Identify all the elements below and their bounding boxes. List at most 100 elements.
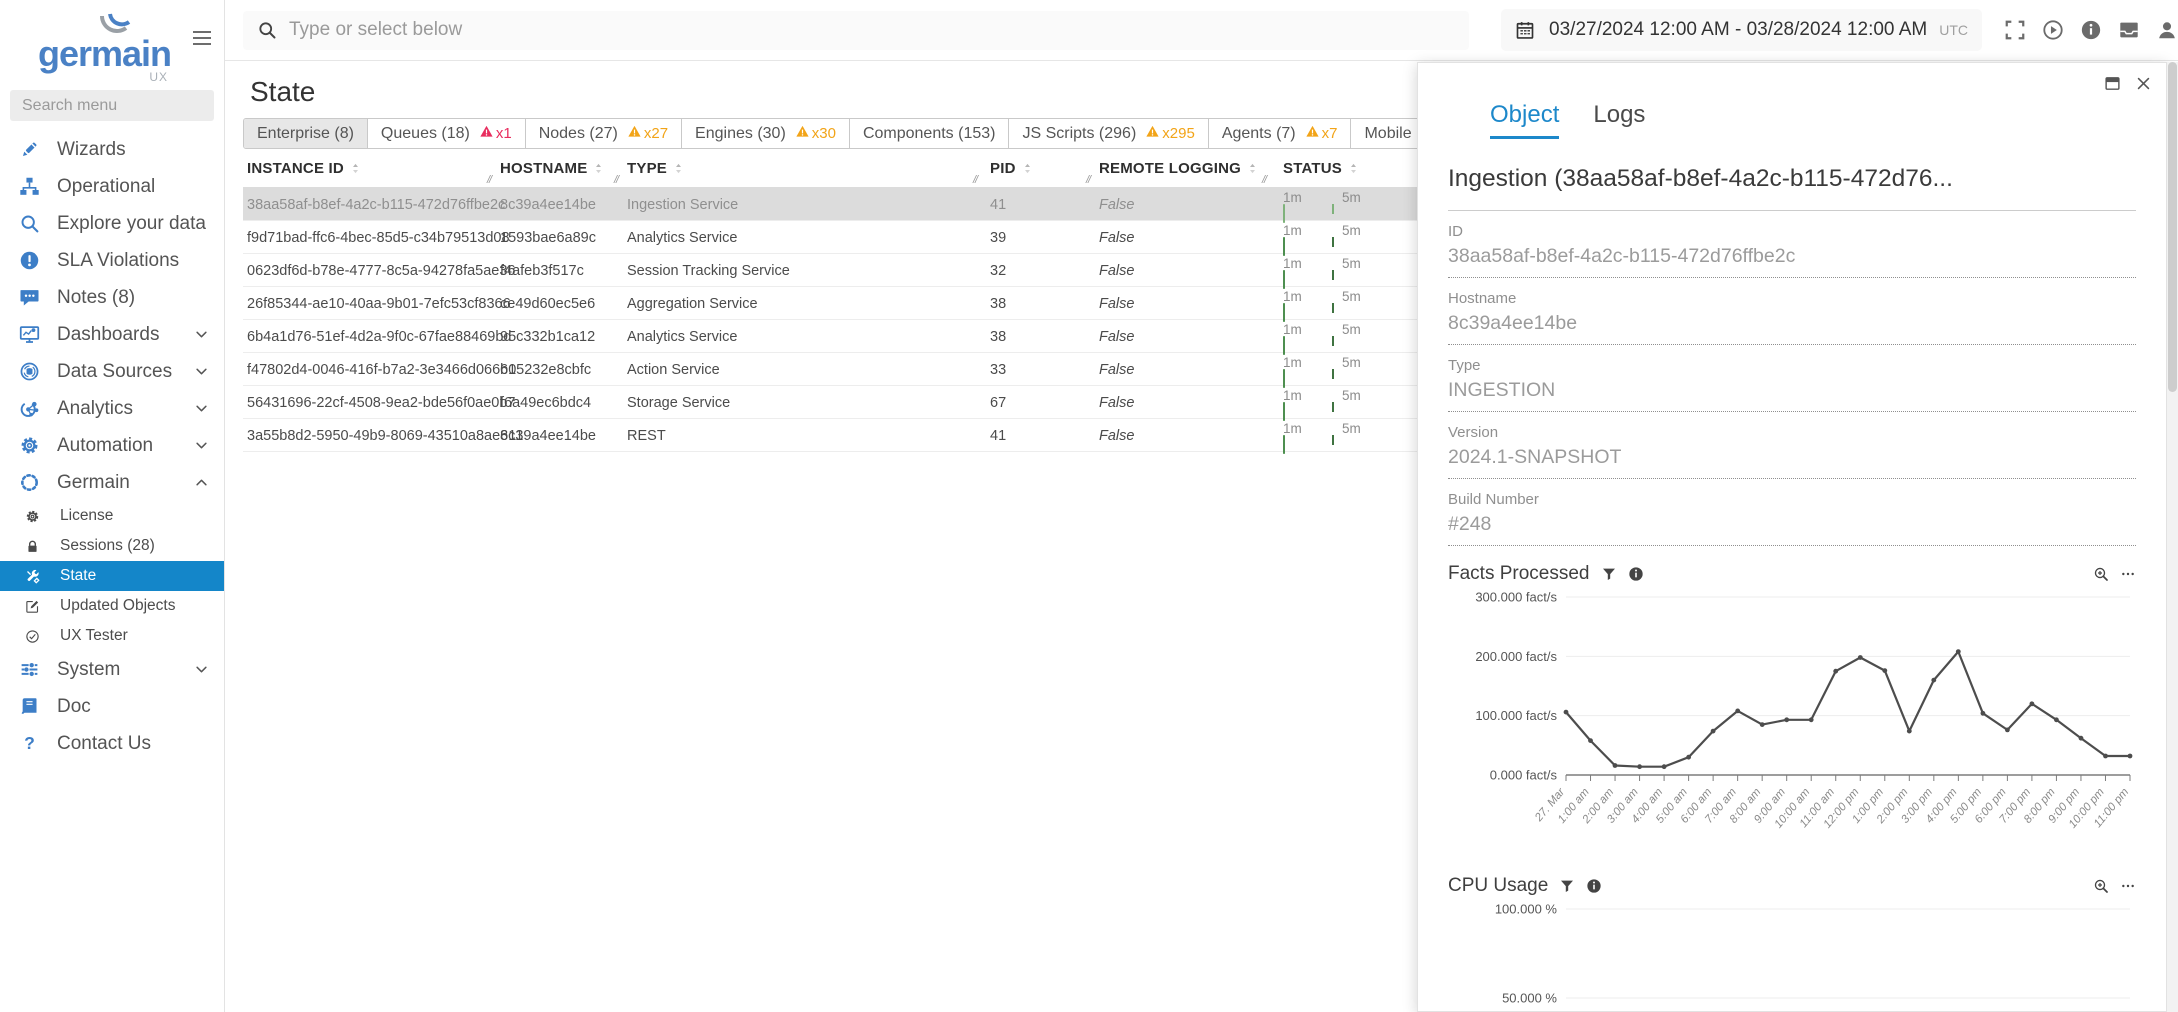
- inbox-icon[interactable]: [2118, 19, 2140, 41]
- hamburger-menu-icon[interactable]: [190, 26, 214, 50]
- close-icon[interactable]: [2135, 75, 2152, 92]
- column-header-pid[interactable]: PID: [990, 160, 1034, 177]
- column-header-type[interactable]: TYPE: [627, 160, 685, 177]
- cell-pid: 33: [990, 362, 1006, 378]
- cpu-usage-chart: 100.000 %50.000 %0.000 %27. Mar1:00 am2:…: [1448, 897, 2136, 1012]
- topbar-actions: [2004, 19, 2178, 41]
- cell-type: Session Tracking Service: [627, 263, 790, 279]
- cell-instance-id: 56431696-22cf-4508-9ea2-bde56f0ae0b7: [247, 395, 515, 411]
- sidebar-item-data-sources[interactable]: Data Sources: [0, 353, 224, 390]
- zoom-icon[interactable]: [2093, 566, 2109, 582]
- sidebar-item-label: Sessions (28): [60, 537, 210, 555]
- filter-icon[interactable]: [1559, 878, 1575, 894]
- filter-icon[interactable]: [1601, 566, 1617, 582]
- global-search: [243, 11, 1469, 50]
- column-resize-handle[interactable]: //: [973, 174, 977, 186]
- tab-agents-7[interactable]: Agents (7)x7: [1208, 119, 1351, 148]
- tab-object[interactable]: Object: [1490, 101, 1559, 139]
- info-circle-icon[interactable]: [1586, 878, 1602, 894]
- field-version: Version2024.1-SNAPSHOT: [1448, 424, 2136, 479]
- column-header-status[interactable]: STATUS: [1283, 160, 1360, 177]
- column-header-hostname[interactable]: HOSTNAME: [500, 160, 605, 177]
- column-label: REMOTE LOGGING: [1099, 160, 1241, 177]
- sidebar-item-license[interactable]: License: [0, 501, 224, 531]
- status-label-1m: 1m: [1283, 256, 1342, 271]
- column-resize-handle[interactable]: //: [1262, 174, 1266, 186]
- sort-icon: [1246, 161, 1259, 176]
- zoom-icon[interactable]: [2093, 878, 2109, 894]
- date-range-picker[interactable]: 03/27/2024 12:00 AM - 03/28/2024 12:00 A…: [1501, 9, 1982, 51]
- tab-queues-18[interactable]: Queues (18)x1: [367, 119, 525, 148]
- info-icon[interactable]: [2080, 19, 2102, 41]
- cell-type: Action Service: [627, 362, 720, 378]
- column-resize-handle[interactable]: //: [487, 174, 491, 186]
- column-header-instance-id[interactable]: INSTANCE ID: [247, 160, 362, 177]
- tab-label: Engines (30): [695, 125, 786, 143]
- tab-engines-30[interactable]: Engines (30)x30: [681, 119, 849, 148]
- sidebar-item-wizards[interactable]: Wizards: [0, 131, 224, 168]
- sidebar-item-notes-8[interactable]: Notes (8): [0, 279, 224, 316]
- field-type: TypeINGESTION: [1448, 357, 2136, 412]
- column-resize-handle[interactable]: //: [1086, 174, 1090, 186]
- info-circle-icon[interactable]: [1628, 566, 1644, 582]
- detail-panel: Object Logs Ingestion (38aa58af-b8ef-4a2…: [1417, 62, 2167, 1012]
- svg-text:200.000 fact/s: 200.000 fact/s: [1475, 649, 1557, 664]
- fullscreen-icon[interactable]: [2004, 19, 2026, 41]
- comment-icon: [19, 287, 45, 309]
- tab-logs[interactable]: Logs: [1593, 101, 1645, 139]
- cell-pid: 39: [990, 230, 1006, 246]
- chevron-down-icon: [194, 327, 210, 343]
- tab-label: Queues (18): [381, 125, 470, 143]
- search-icon: [19, 213, 45, 235]
- tab-components-153[interactable]: Components (153): [849, 119, 1009, 148]
- panel-tabs: Object Logs: [1490, 101, 2136, 139]
- sidebar-item-explore-your-data[interactable]: Explore your data: [0, 205, 224, 242]
- tab-nodes-27[interactable]: Nodes (27)x27: [525, 119, 681, 148]
- sidebar-item-germain[interactable]: Germain: [0, 464, 224, 501]
- cell-instance-id: 6b4a1d76-51ef-4d2a-9f0c-67fae88469bd: [247, 329, 511, 345]
- sidebar-item-label: Automation: [57, 435, 194, 457]
- scrollbar-thumb[interactable]: [2168, 62, 2177, 392]
- more-options-icon[interactable]: [2120, 566, 2136, 582]
- sidebar-item-ux-tester[interactable]: UX Tester: [0, 621, 224, 651]
- cell-hostname: f6a49ec6bdc4: [500, 395, 591, 411]
- sitemap-icon: [19, 176, 45, 198]
- sidebar-item-updated-objects[interactable]: Updated Objects: [0, 591, 224, 621]
- sidebar-item-automation[interactable]: Automation: [0, 427, 224, 464]
- sidebar-item-state[interactable]: State: [0, 561, 224, 591]
- status-label-1m: 1m: [1283, 322, 1342, 337]
- popout-window-icon[interactable]: [2104, 75, 2121, 92]
- global-search-input[interactable]: [289, 19, 1455, 41]
- cell-remote-logging: False: [1099, 428, 1134, 444]
- column-resize-handle[interactable]: //: [614, 174, 618, 186]
- sidebar-item-analytics[interactable]: Analytics: [0, 390, 224, 427]
- svg-text:50.000 %: 50.000 %: [1502, 991, 1557, 1006]
- warning-triangle-icon: [1145, 125, 1160, 142]
- user-icon[interactable]: [2156, 19, 2178, 41]
- more-options-icon[interactable]: [2120, 878, 2136, 894]
- column-header-remote-logging[interactable]: REMOTE LOGGING: [1099, 160, 1259, 177]
- tab-enterprise-8[interactable]: Enterprise (8): [244, 119, 367, 148]
- sidebar-item-operational[interactable]: Operational: [0, 168, 224, 205]
- svg-text:300.000 fact/s: 300.000 fact/s: [1475, 590, 1557, 605]
- sidebar-item-system[interactable]: System: [0, 651, 224, 688]
- tab-js-scripts-296[interactable]: JS Scripts (296)x295: [1008, 119, 1207, 148]
- column-label: TYPE: [627, 160, 667, 177]
- exclamation-circle-icon: [19, 250, 45, 272]
- cell-hostname: 8c39a4ee14be: [500, 428, 596, 444]
- germain-logo: germain UX: [38, 14, 168, 84]
- sort-icon: [1347, 161, 1360, 176]
- sidebar-item-doc[interactable]: Doc: [0, 688, 224, 725]
- sidebar-item-sessions-28[interactable]: Sessions (28): [0, 531, 224, 561]
- status-label-5m: 5m: [1342, 421, 1361, 436]
- cell-remote-logging: False: [1099, 395, 1134, 411]
- sidebar-search-input[interactable]: [10, 90, 214, 121]
- check-circle-icon: [25, 625, 47, 647]
- play-circle-icon[interactable]: [2042, 19, 2064, 41]
- sidebar-item-dashboards[interactable]: Dashboards: [0, 316, 224, 353]
- sidebar-item-sla-violations[interactable]: SLA Violations: [0, 242, 224, 279]
- data-sources-icon: [19, 361, 45, 383]
- sidebar-item-contact-us[interactable]: ?Contact Us: [0, 725, 224, 762]
- cell-instance-id: 38aa58af-b8ef-4a2c-b115-472d76ffbe2c: [247, 197, 505, 213]
- lock-icon: [25, 535, 47, 557]
